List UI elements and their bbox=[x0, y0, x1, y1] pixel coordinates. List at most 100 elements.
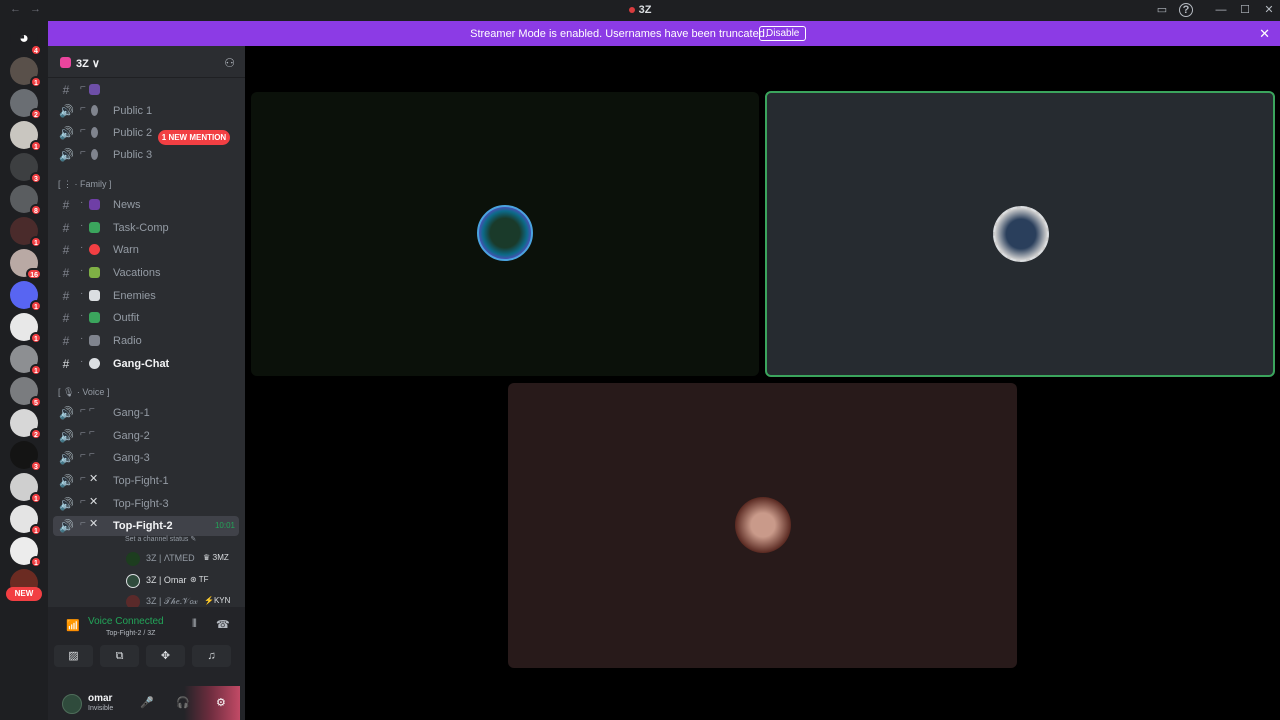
voice-channel-public-3[interactable]: 🔊 ⌐ Public 3 bbox=[53, 145, 239, 165]
title-bar: ← → 3Z ▭ ? — ☐ ✕ bbox=[0, 0, 1280, 21]
server-icon[interactable]: 1 bbox=[10, 121, 42, 152]
channel-name: Top-Fight-1 bbox=[113, 475, 169, 487]
server-icon[interactable]: 8 bbox=[10, 185, 42, 216]
text-channel-icon: # bbox=[62, 357, 70, 371]
speaker-icon: 🔊 bbox=[59, 104, 74, 118]
user-name[interactable]: omar bbox=[88, 693, 112, 704]
channel-warn[interactable]: # · Warn bbox=[53, 240, 239, 260]
server-icon[interactable]: 3 bbox=[10, 441, 42, 472]
activities-button[interactable]: ✥ bbox=[146, 645, 185, 667]
direct-messages-button[interactable]: ◕ 4 bbox=[10, 25, 42, 56]
channel-enemies[interactable]: # · Enemies bbox=[53, 286, 239, 306]
guild-badge: 1 bbox=[30, 140, 42, 152]
server-icon[interactable]: 2 bbox=[10, 409, 42, 440]
profile-decoration bbox=[184, 686, 240, 720]
channel-name: Outfit bbox=[113, 312, 140, 324]
server-icon[interactable]: 1 bbox=[10, 537, 42, 568]
connection-signal-icon[interactable]: 📶 bbox=[66, 619, 80, 632]
server-icon[interactable]: 1 bbox=[10, 281, 42, 312]
guild-badge: 1 bbox=[30, 76, 42, 88]
voice-channel-top-fight-3[interactable]: 🔊 ⌐ ✕ Top-Fight-3 bbox=[53, 494, 239, 514]
server-icon[interactable]: 5 bbox=[10, 377, 42, 408]
server-icon[interactable]: 3 bbox=[10, 153, 42, 184]
channel-name: News bbox=[113, 199, 141, 211]
crossed-swords-icon: ✕ bbox=[89, 518, 99, 530]
channel-outfit[interactable]: # · Outfit bbox=[53, 308, 239, 328]
server-icon[interactable]: 1 bbox=[10, 505, 42, 536]
text-channel-icon: # bbox=[62, 198, 70, 212]
voice-connected-title[interactable]: Voice Connected bbox=[88, 616, 164, 627]
screen-share-button[interactable]: ⧉ bbox=[100, 645, 139, 667]
channel-task-comp[interactable]: # · Task-Comp bbox=[53, 218, 239, 238]
palm-emoji-icon bbox=[89, 267, 100, 278]
noise-suppression-icon[interactable]: ⦀ bbox=[192, 618, 197, 631]
headset-icon[interactable]: 🎧 bbox=[176, 696, 190, 709]
voice-channel-public-1[interactable]: 🔊 ⌐ Public 1 bbox=[53, 101, 239, 121]
participant-tile[interactable] bbox=[508, 383, 1017, 668]
channel-name: Public 2 bbox=[113, 127, 153, 139]
channel-name: Gang-2 bbox=[113, 430, 150, 442]
invite-icon[interactable]: ⚇ bbox=[224, 56, 235, 70]
mic-icon bbox=[91, 105, 98, 116]
voice-channel-gang-3[interactable]: 🔊 ⌐ ⌐ Gang-3 bbox=[53, 448, 239, 468]
help-icon[interactable]: ? bbox=[1179, 3, 1193, 17]
server-icon[interactable]: 1 bbox=[10, 57, 42, 88]
server-icon[interactable]: 16 bbox=[10, 249, 42, 280]
voice-channel-path[interactable]: Top-Fight-2 / 3Z bbox=[106, 630, 155, 637]
set-channel-status-link[interactable]: Set a channel status ✎ bbox=[125, 535, 196, 543]
channel-decor-icon: · bbox=[80, 356, 84, 367]
channel-name: Top-Fight-3 bbox=[113, 498, 169, 510]
category-voice[interactable]: [ 🎙 · Voice ] bbox=[58, 387, 109, 403]
voice-channel-public-2[interactable]: 🔊 ⌐ Public 2 bbox=[53, 123, 239, 143]
warn-emoji-icon bbox=[89, 244, 100, 255]
channel-decor-icon: ⌐ bbox=[80, 125, 86, 136]
live-dot-icon bbox=[628, 7, 635, 14]
server-name: 3Z ∨ bbox=[76, 58, 100, 70]
avatar[interactable] bbox=[62, 694, 82, 714]
server-icon[interactable]: 2 bbox=[10, 89, 42, 120]
text-channel-icon: # bbox=[62, 266, 70, 280]
microphone-icon[interactable]: 🎤 bbox=[140, 696, 154, 709]
gun-emoji-icon: ⌐ bbox=[89, 427, 95, 438]
settings-gear-icon[interactable]: ⚙ bbox=[216, 696, 226, 709]
channel-emoji-icon bbox=[89, 84, 100, 95]
soundboard-button[interactable]: ♫ bbox=[192, 645, 231, 667]
channel-timer: 10:01 bbox=[214, 521, 235, 530]
voice-channel-gang-2[interactable]: 🔊 ⌐ ⌐ Gang-2 bbox=[53, 426, 239, 446]
gun-emoji-icon: ⌐ bbox=[89, 404, 95, 415]
minimize-button[interactable]: — bbox=[1214, 3, 1228, 17]
voice-user-name: 3Z | ΛΤMED bbox=[146, 553, 195, 563]
voice-channel-gang-1[interactable]: 🔊 ⌐ ⌐ Gang-1 bbox=[53, 403, 239, 423]
guild-badge: 1 bbox=[30, 300, 42, 312]
channel-item[interactable]: # ⌐ bbox=[53, 80, 239, 100]
participant-tile[interactable] bbox=[251, 92, 759, 376]
voice-channel-top-fight-2[interactable]: 🔊 ⌐ ✕ Top-Fight-2 10:01 bbox=[53, 516, 239, 536]
close-icon[interactable]: ✕ bbox=[1259, 26, 1270, 42]
disconnect-icon[interactable]: ☎ bbox=[216, 618, 230, 631]
maximize-button[interactable]: ☐ bbox=[1238, 3, 1252, 17]
participant-tile-speaking[interactable] bbox=[765, 91, 1275, 377]
server-icon[interactable]: 1 bbox=[10, 313, 42, 344]
channel-decor-icon: ⌐ bbox=[80, 473, 86, 484]
server-icon[interactable]: 1 bbox=[10, 473, 42, 504]
speaker-icon: 🔊 bbox=[59, 126, 74, 140]
server-icon[interactable]: 1 bbox=[10, 217, 42, 248]
channel-name: Public 1 bbox=[113, 105, 153, 117]
category-family[interactable]: [ ⋮ · Family ] bbox=[58, 179, 112, 195]
inbox-icon[interactable]: ▭ bbox=[1155, 3, 1169, 17]
new-server-pill[interactable]: NEW bbox=[6, 587, 42, 601]
channel-radio[interactable]: # · Radio bbox=[53, 331, 239, 351]
voice-channel-top-fight-1[interactable]: 🔊 ⌐ ✕ Top-Fight-1 bbox=[53, 471, 239, 491]
camera-button[interactable]: ▨ bbox=[54, 645, 93, 667]
server-header[interactable]: 3Z ∨ ⚇ bbox=[48, 46, 245, 78]
channel-decor-icon: · bbox=[80, 310, 84, 321]
guild-badge: 8 bbox=[30, 204, 42, 216]
channel-news[interactable]: # · News bbox=[53, 195, 239, 215]
channel-gang-chat[interactable]: # · Gang-Chat bbox=[53, 354, 239, 374]
disable-button[interactable]: Disable bbox=[759, 26, 807, 41]
close-window-button[interactable]: ✕ bbox=[1262, 3, 1276, 17]
server-icon[interactable]: 1 bbox=[10, 345, 42, 376]
task-emoji-icon bbox=[89, 222, 100, 233]
channel-vacations[interactable]: # · Vacations bbox=[53, 263, 239, 283]
mic-icon bbox=[91, 149, 98, 160]
